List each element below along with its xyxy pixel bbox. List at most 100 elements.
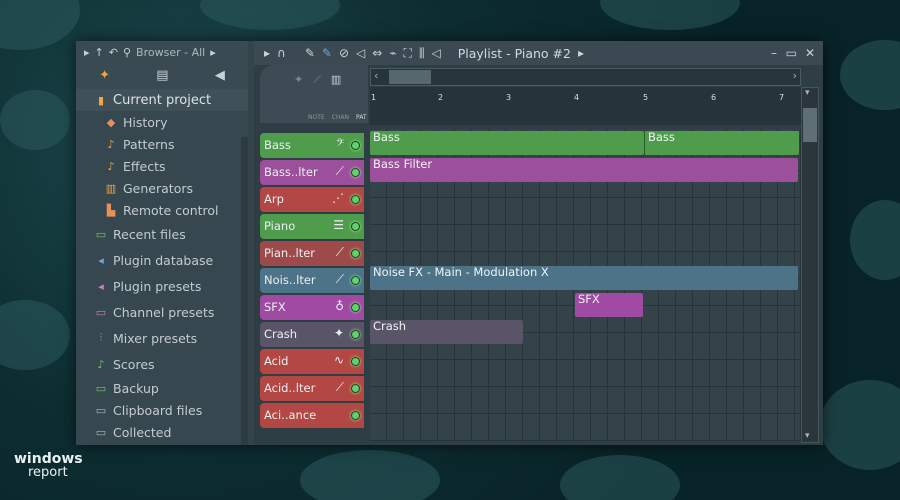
track-header-controls: ✦ ⟋ ▥ NOTE CHAN PAT [260, 65, 368, 123]
playlist-menu-icon[interactable]: ▸ [264, 46, 270, 60]
clip-label: Bass [648, 131, 675, 144]
track-mute-led[interactable] [351, 249, 360, 258]
browser-item-patterns[interactable]: ♪ Patterns [76, 133, 248, 155]
track-noise-filter[interactable]: Nois..lter ⟋ [260, 268, 364, 293]
vertical-scrollbar[interactable]: ▾ ▾ [801, 87, 819, 443]
plug-icon: ◂ [98, 279, 104, 293]
scroll-up-icon[interactable]: ▾ [805, 88, 810, 98]
track-label: Acid [264, 354, 289, 368]
bar-number: 5 [643, 93, 649, 102]
draw-tool-icon[interactable]: ✎ [305, 46, 315, 60]
track-piano[interactable]: Piano ☰ [260, 214, 364, 239]
pattern-clip-bass[interactable]: Bass [644, 131, 799, 155]
browser-item-plugin-presets[interactable]: ◂ Plugin presets [76, 273, 248, 299]
title-arrow-icon[interactable]: ▸ [578, 46, 584, 60]
clip-label: Noise FX - Main - Modulation X [373, 266, 549, 279]
watermark-line1: windows [14, 451, 83, 467]
browser-item-channel-presets[interactable]: ▭ Channel presets [76, 299, 248, 325]
keyboard-icon[interactable]: ▥ [331, 73, 341, 87]
mixer-icon: ⫶ [99, 331, 103, 344]
browser-item-mixer-presets[interactable]: ⫶ Mixer presets [76, 325, 248, 351]
browser-item-generators[interactable]: ▥ Generators [76, 177, 248, 199]
browser-search-icon[interactable]: ⚲ [123, 46, 131, 59]
document-icon: ▮ [97, 93, 105, 107]
speaker-tab-icon[interactable]: ◀ [215, 68, 225, 83]
scroll-down-icon[interactable]: ▾ [805, 431, 810, 441]
horizontal-scrollbar[interactable]: ‹ › [370, 68, 801, 86]
track-sfx[interactable]: SFX ♁ [260, 295, 364, 320]
browser-back-icon[interactable]: ↶ [109, 46, 118, 59]
playback-tool-icon[interactable]: ◁ [431, 46, 440, 60]
browser-item-backup[interactable]: ▭ Backup [76, 377, 248, 399]
automation-clip-bass-filter[interactable]: Bass Filter [370, 158, 798, 182]
automation-icon: ⟋ [335, 380, 344, 394]
browser-item-collected[interactable]: ▭ Collected [76, 421, 248, 443]
track-bass-filter[interactable]: Bass..lter ⟋ [260, 160, 364, 185]
audio-clip-crash[interactable]: Crash [370, 320, 523, 344]
track-piano-filter[interactable]: Pian..lter ⟋ [260, 241, 364, 266]
track-label: Bass..lter [264, 165, 318, 179]
browser-item-recent-files[interactable]: ▭ Recent files [76, 221, 248, 247]
track-acid-filter[interactable]: Acid..lter ⟋ [260, 376, 364, 401]
project-tab-icon[interactable]: ▤ [156, 68, 168, 83]
close-icon[interactable]: ✕ [805, 46, 815, 60]
all-tab-icon[interactable]: ✦ [99, 68, 110, 83]
browser-item-remote-control[interactable]: ▙ Remote control [76, 199, 248, 221]
browser-item-label: Collected [113, 424, 172, 440]
browser-item-plugin-database[interactable]: ◂ Plugin database [76, 247, 248, 273]
track-acid[interactable]: Acid ∿ [260, 349, 364, 374]
pattern-clip-bass[interactable]: Bass [370, 131, 644, 155]
paint-tool-icon[interactable]: ✎ [322, 46, 332, 60]
track-mute-led[interactable] [351, 276, 360, 285]
track-mute-led[interactable] [351, 411, 360, 420]
sparkle-icon[interactable]: ✦ [294, 73, 303, 87]
track-crash[interactable]: Crash ✦ [260, 322, 364, 347]
minimize-icon[interactable]: – [771, 46, 777, 60]
pattern-mode-label[interactable]: PAT [356, 114, 367, 121]
horizontal-scroll-thumb[interactable] [389, 70, 431, 84]
track-bass[interactable]: Bass 𝄢 [260, 133, 364, 158]
automation-icon[interactable]: ⟋ [313, 73, 321, 87]
track-mute-led[interactable] [351, 222, 360, 231]
slip-tool-icon[interactable]: ⇔ [372, 46, 382, 60]
pattern-clip-sfx[interactable]: SFX [575, 293, 643, 317]
browser-item-effects[interactable]: ♪ Effects [76, 155, 248, 177]
select-tool-icon[interactable]: ⛶ [404, 46, 412, 61]
track-mute-led[interactable] [351, 384, 360, 393]
automation-clip-noise-fx[interactable]: Noise FX - Main - Modulation X [370, 266, 798, 290]
track-mute-led[interactable] [351, 141, 360, 150]
track-mute-led[interactable] [351, 357, 360, 366]
slice-tool-icon[interactable]: ⌁ [389, 46, 396, 60]
clip-label: Bass Filter [373, 158, 433, 171]
browser-next-icon[interactable]: ▸ [210, 46, 216, 59]
browser-item-scores[interactable]: ♪ Scores [76, 351, 248, 377]
browser-options-icon[interactable]: ▸ [84, 46, 90, 59]
zoom-tool-icon[interactable]: ⫼ [419, 46, 425, 61]
timeline-ruler[interactable]: 1 2 3 4 5 6 7 [370, 87, 801, 125]
channel-mode-label[interactable]: CHAN [332, 114, 349, 121]
track-mute-led[interactable] [351, 303, 360, 312]
scroll-right-icon[interactable]: › [793, 69, 797, 82]
browser-up-icon[interactable]: ↑ [95, 46, 104, 59]
note-mode-label[interactable]: NOTE [308, 114, 325, 121]
mute-tool-icon[interactable]: ◁ [356, 46, 365, 60]
maximize-icon[interactable]: ▭ [786, 46, 797, 60]
playlist-grid[interactable]: Bass Bass Bass Filter Noise FX - Main - … [370, 129, 801, 441]
crash-icon: ✦ [333, 326, 344, 340]
track-mute-led[interactable] [351, 330, 360, 339]
clip-label: Bass [373, 131, 400, 144]
track-arp[interactable]: Arp ⋰ [260, 187, 364, 212]
browser-item-clipboard-files[interactable]: ▭ Clipboard files [76, 399, 248, 421]
browser-scrollbar[interactable] [241, 137, 248, 445]
magnet-icon[interactable]: ∩ [277, 46, 286, 60]
track-label: SFX [264, 300, 286, 314]
track-acid-balance[interactable]: Aci..ance [260, 403, 364, 428]
track-mute-led[interactable] [351, 195, 360, 204]
delete-tool-icon[interactable]: ⊘ [339, 46, 349, 60]
browser-item-current-project[interactable]: ▮ Current project [76, 89, 248, 111]
track-mute-led[interactable] [351, 168, 360, 177]
browser-item-history[interactable]: ◆ History [76, 111, 248, 133]
vertical-scroll-thumb[interactable] [803, 108, 817, 142]
scroll-left-icon[interactable]: ‹ [374, 69, 378, 82]
browser-item-label: Current project [113, 92, 212, 108]
